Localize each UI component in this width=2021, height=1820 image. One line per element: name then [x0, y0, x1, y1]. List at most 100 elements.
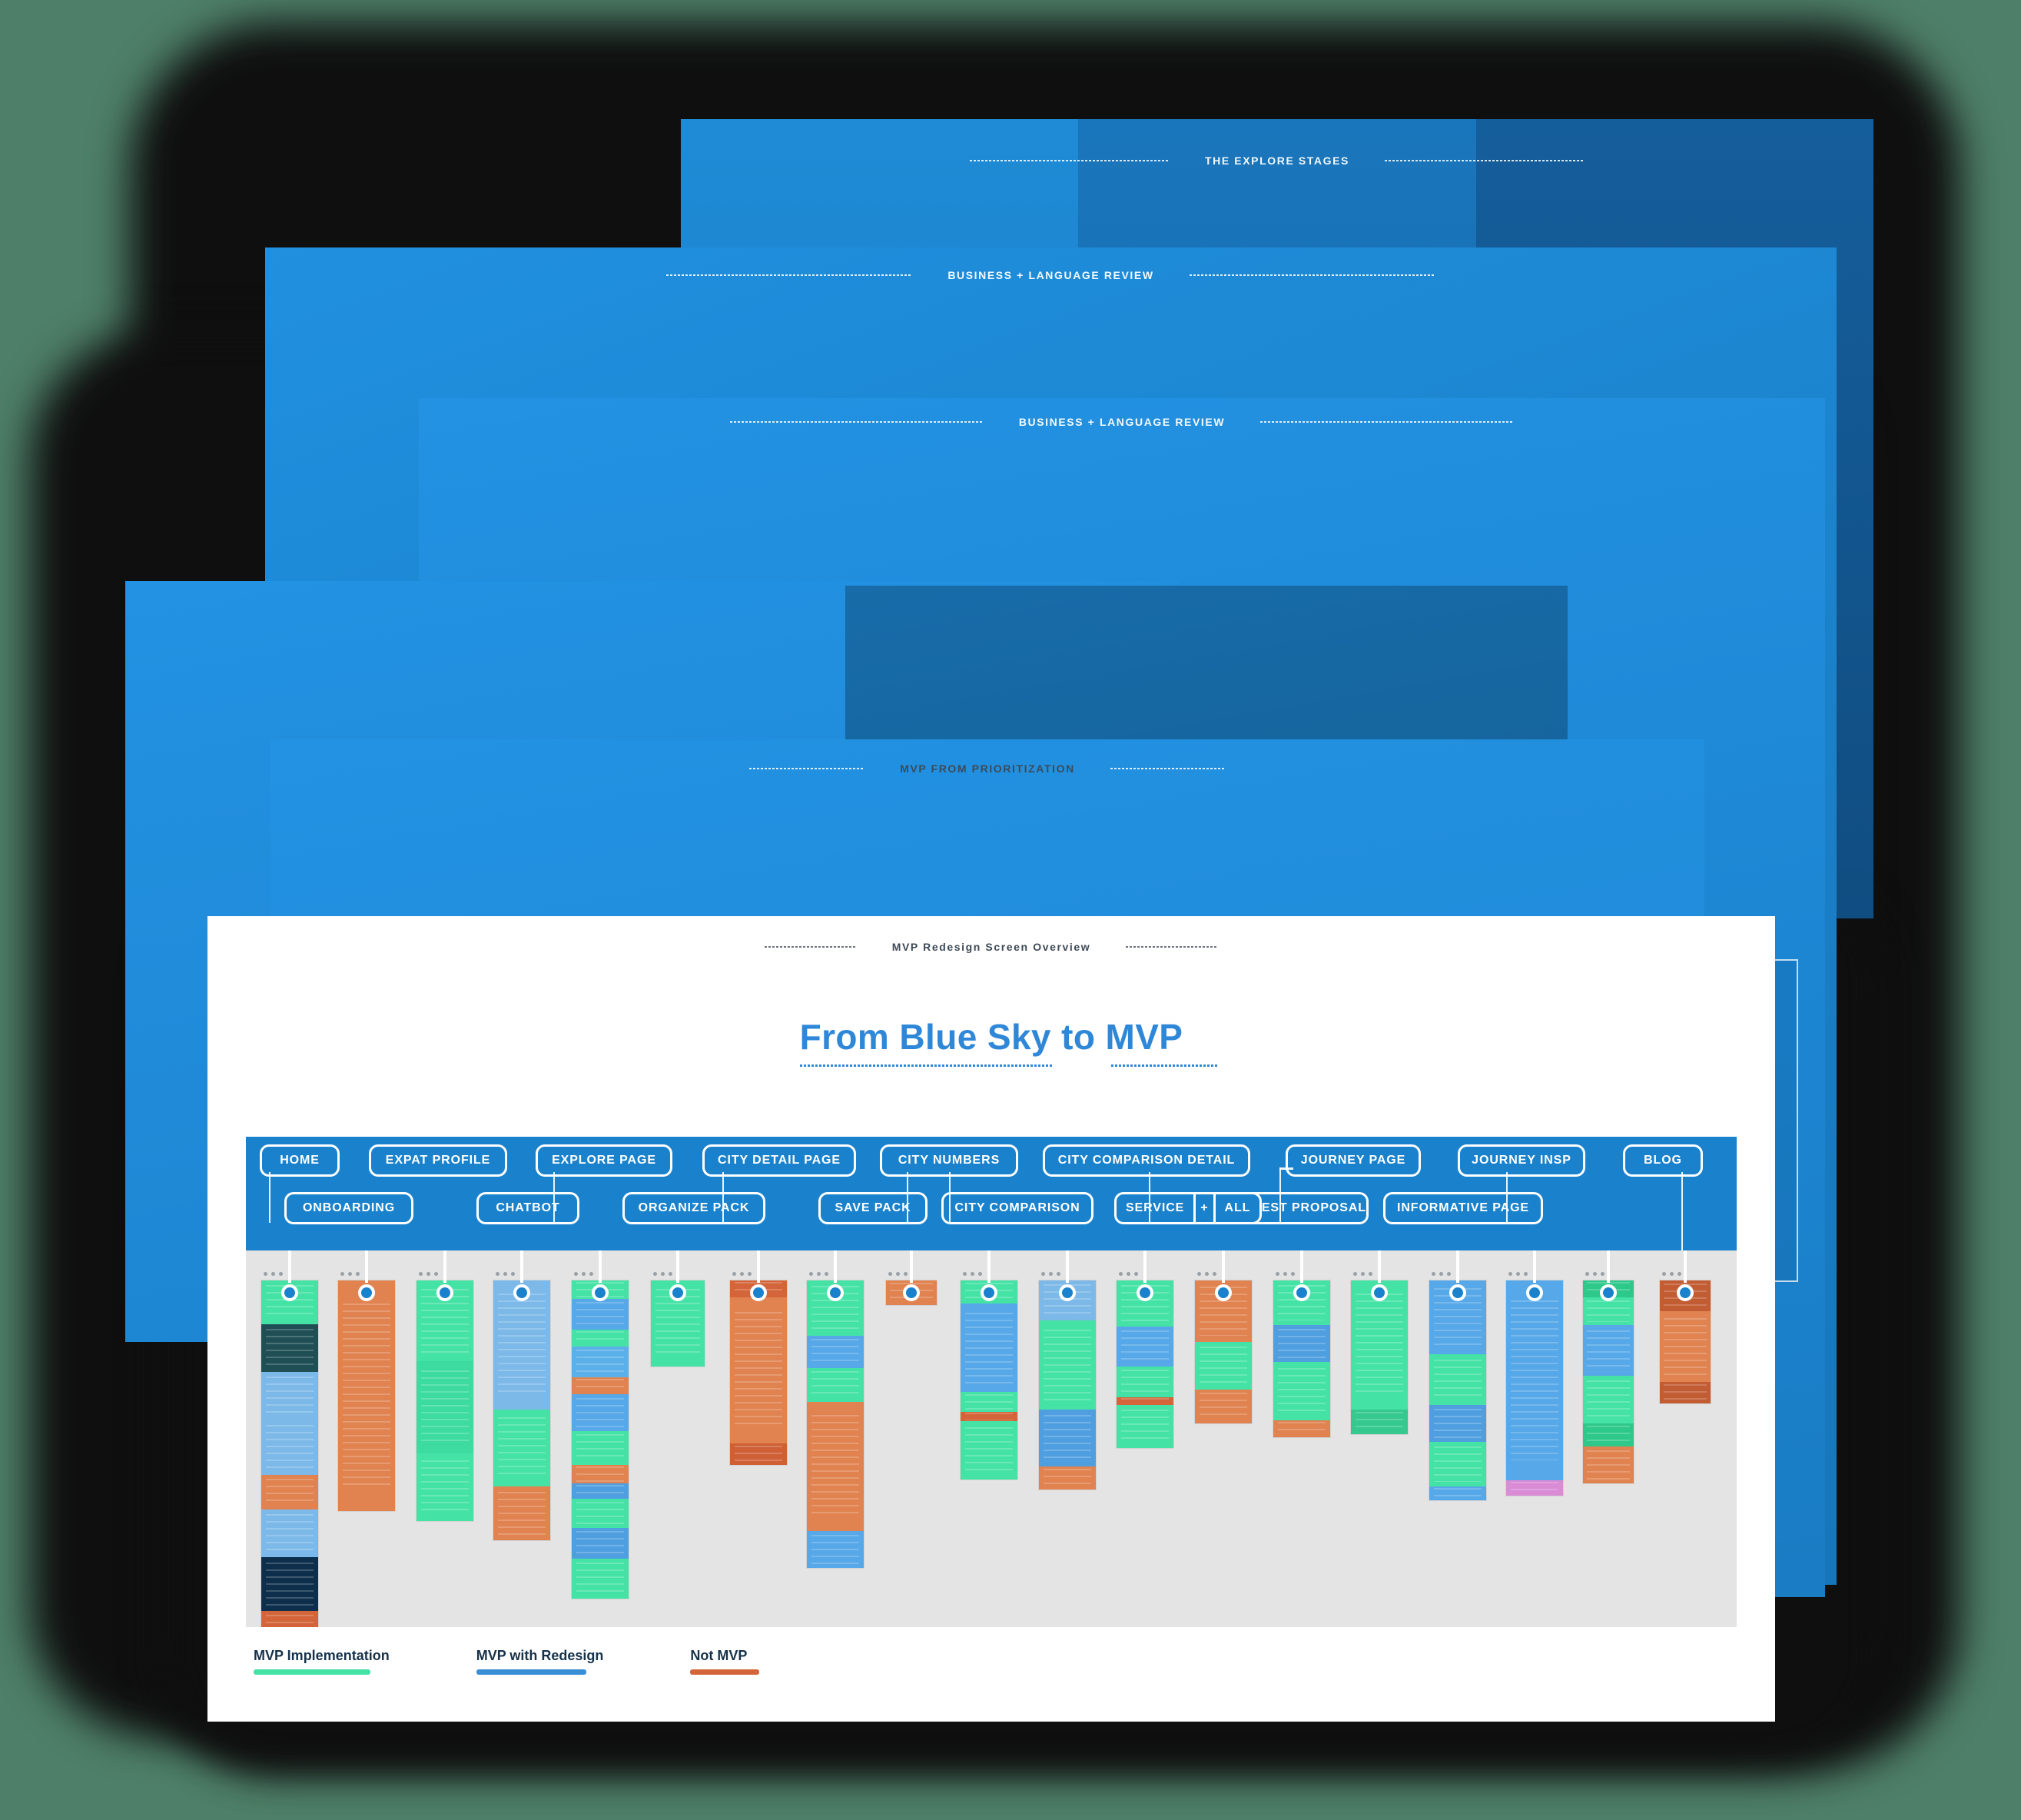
deck-header: MVP Redesign Screen Overview	[207, 941, 1775, 953]
screen-segment	[1273, 1362, 1330, 1420]
thumbnail-pin-marker[interactable]	[1526, 1284, 1543, 1301]
thumbnail-pin-marker[interactable]	[592, 1284, 609, 1301]
page-title: From Blue Sky to MVP	[799, 1016, 1219, 1067]
thumbnail-pin-marker[interactable]	[1449, 1284, 1466, 1301]
header-rule-left	[969, 160, 1170, 161]
thumbnail-pin-line	[1607, 1250, 1610, 1283]
thumbnail-pin-line	[987, 1250, 991, 1283]
screen-thumbnail[interactable]	[807, 1272, 864, 1568]
nav-chip-journey-page[interactable]: JOURNEY PAGE	[1286, 1144, 1421, 1177]
screen-segment	[572, 1330, 629, 1347]
deck-header-inner: MVP FROM PRIORITIZATION	[470, 762, 1505, 775]
screen-segment	[572, 1528, 629, 1559]
title-underline-left	[799, 1064, 1053, 1067]
thumbnail-pin-marker[interactable]	[669, 1284, 686, 1301]
screen-thumbnail-body	[261, 1280, 318, 1627]
deck-header-inner: MVP Redesign Screen Overview	[576, 941, 1406, 953]
thumbnail-pin-marker[interactable]	[750, 1284, 767, 1301]
deck-header-inner: BUSINESS + LANGUAGE REVIEW	[542, 269, 1560, 281]
screen-thumbnail-body	[730, 1280, 787, 1465]
screen-thumbnail-body	[1195, 1280, 1252, 1423]
nav-chip-informative-page[interactable]: INFORMATIVE PAGE	[1383, 1192, 1543, 1224]
thumbnail-pin-line	[1378, 1250, 1381, 1283]
screen-segment	[961, 1392, 1017, 1412]
thumbnail-pin-marker[interactable]	[1137, 1284, 1153, 1301]
nav-chip-chatbot[interactable]: CHATBOT	[476, 1192, 579, 1224]
nav-connector	[722, 1172, 724, 1223]
screen-thumbnail[interactable]	[572, 1272, 629, 1599]
thumbnail-pin-line	[1066, 1250, 1069, 1283]
nav-chip-service-all[interactable]: SERVICE + ALL	[1114, 1192, 1263, 1224]
thumbnail-pin-marker[interactable]	[358, 1284, 375, 1301]
screen-thumbnail[interactable]	[416, 1272, 473, 1521]
thumbnail-pin-line	[1456, 1250, 1459, 1283]
slide-card-mvp-screen-overview[interactable]: MVP Redesign Screen Overview From Blue S…	[207, 916, 1775, 1722]
nav-chip-part--[interactable]: +	[1193, 1194, 1213, 1222]
thumbnail-pin-marker[interactable]	[513, 1284, 530, 1301]
nav-chip-city-comparison-detail[interactable]: CITY COMPARISON DETAIL	[1043, 1144, 1250, 1177]
screen-segment	[572, 1394, 629, 1431]
screen-thumbnail-panel[interactable]	[246, 1250, 1737, 1627]
nav-chip-blog[interactable]: BLOG	[1623, 1144, 1703, 1177]
thumbnail-pin-marker[interactable]	[1215, 1284, 1232, 1301]
screen-segment	[807, 1531, 864, 1568]
screen-thumbnail-body	[1351, 1280, 1408, 1434]
nav-chip-organize-pack[interactable]: ORGANIZE PACK	[622, 1192, 765, 1224]
screen-segment	[572, 1299, 629, 1330]
nav-chip-explore-page[interactable]: EXPLORE PAGE	[536, 1144, 672, 1177]
legend-color-bar	[476, 1669, 586, 1675]
thumbnail-pin-marker[interactable]	[1677, 1284, 1694, 1301]
thumbnail-pin-marker[interactable]	[1371, 1284, 1388, 1301]
screen-segment	[572, 1499, 629, 1528]
thumbnail-pin-line	[910, 1250, 913, 1283]
deck-kicker: BUSINESS + LANGUAGE REVIEW	[947, 269, 1154, 281]
screen-thumbnail[interactable]	[1583, 1272, 1634, 1483]
thumbnail-pin-marker[interactable]	[981, 1284, 997, 1301]
nav-chip-save-pack[interactable]: SAVE PACK	[818, 1192, 928, 1224]
screen-segment	[1351, 1410, 1408, 1434]
header-rule-left	[764, 946, 857, 948]
deck-header: MVP FROM PRIORITIZATION	[270, 762, 1704, 775]
nav-chip-expat-profile[interactable]: EXPAT PROFILE	[369, 1144, 507, 1177]
screen-thumbnail-body	[1273, 1280, 1330, 1437]
screen-thumbnail[interactable]	[1506, 1272, 1563, 1496]
screen-segment	[1660, 1382, 1711, 1403]
screen-segment	[572, 1377, 629, 1394]
screen-segment	[1039, 1410, 1096, 1466]
screen-segment	[1117, 1405, 1173, 1448]
thumbnail-pin-marker[interactable]	[827, 1284, 844, 1301]
screen-segment	[572, 1559, 629, 1599]
nav-chip-onboarding[interactable]: ONBOARDING	[284, 1192, 413, 1224]
mvp-legend: MVP Implementation MVP with Redesign Not M…	[254, 1648, 760, 1675]
screen-segment	[1506, 1480, 1563, 1496]
screen-thumbnail-body	[1039, 1280, 1096, 1490]
nav-chip-home[interactable]: HOME	[260, 1144, 340, 1177]
thumbnail-pin-marker[interactable]	[1059, 1284, 1076, 1301]
thumbnail-pin-line	[443, 1250, 446, 1283]
screen-segment	[1583, 1297, 1634, 1325]
screen-segment	[1195, 1342, 1252, 1390]
nav-chip-part-service[interactable]: SERVICE	[1117, 1194, 1193, 1222]
screen-thumbnail[interactable]	[338, 1272, 395, 1511]
thumbnail-pin-line	[1222, 1250, 1225, 1283]
screen-thumbnail[interactable]	[1039, 1272, 1096, 1490]
screen-thumbnail[interactable]	[493, 1272, 550, 1540]
nav-chip-journey-insp[interactable]: JOURNEY INSP	[1458, 1144, 1585, 1177]
thumbnail-pin-marker[interactable]	[1600, 1284, 1617, 1301]
screen-segment	[1660, 1311, 1711, 1382]
thumbnail-pin-marker[interactable]	[903, 1284, 920, 1301]
nav-connector	[553, 1172, 555, 1223]
nav-chip-city-comparison[interactable]: CITY COMPARISON	[941, 1192, 1093, 1224]
screen-thumbnail[interactable]	[961, 1272, 1017, 1480]
nav-chip-city-detail-page[interactable]: CITY DETAIL PAGE	[702, 1144, 856, 1177]
thumbnail-pin-line	[1143, 1250, 1147, 1283]
screenshot-root: Explore 1 - Think Explore 2 - Say Explor…	[0, 0, 2021, 1820]
thumbnail-pin-marker[interactable]	[281, 1284, 298, 1301]
header-rule-right	[1126, 946, 1219, 948]
thumbnail-pin-marker[interactable]	[436, 1284, 453, 1301]
screen-thumbnail[interactable]	[1429, 1272, 1486, 1500]
screen-segment	[807, 1402, 864, 1531]
nav-chip-part-all[interactable]: ALL	[1213, 1194, 1260, 1222]
thumbnail-pin-marker[interactable]	[1293, 1284, 1310, 1301]
screen-thumbnail[interactable]	[261, 1272, 318, 1627]
